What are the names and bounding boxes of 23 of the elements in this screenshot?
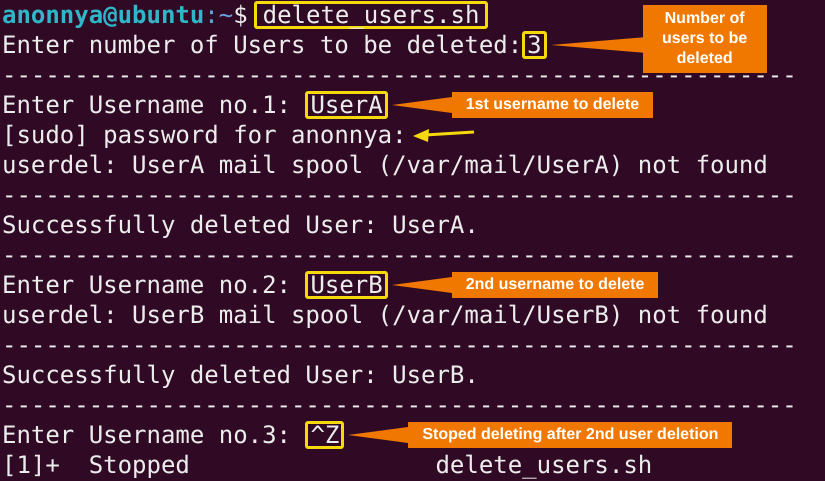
output-text: Successfully deleted User: UserA. [2, 210, 479, 240]
output-text: Enter Username no.3: [2, 420, 292, 450]
separator-line: ------------------------------------------------------- [2, 180, 797, 210]
output-text: Enter number of Users to be deleted: [2, 30, 522, 60]
output-text: Enter Username no.1: [2, 90, 292, 120]
callout-pointer [392, 275, 452, 295]
annotation-callout: Number of users to be deleted [642, 5, 767, 73]
separator-line: ------------------------------------------------------- [2, 240, 797, 270]
callout-pointer [392, 95, 452, 115]
prompt-sign: $ [233, 0, 248, 30]
prompt-user-host: anonnya@ubuntu [2, 0, 204, 30]
separator-line: ------------------------------------------------------- [2, 390, 797, 420]
output-text: [sudo] password for anonnya: [2, 120, 407, 150]
output-text: Enter Username no.2: [2, 270, 292, 300]
output-text: userdel: UserB mail spool (/var/mail/UserB) not found [2, 300, 768, 330]
arrow-icon [412, 127, 475, 143]
separator-line: ------------------------------------------------------- [2, 330, 797, 360]
output-text: Successfully deleted User: UserB. [2, 360, 479, 390]
callout-pointer [348, 425, 408, 445]
output-text: [1]+ Stopped delete_users.sh [2, 450, 652, 480]
output-text: userdel: UserA mail spool (/var/mail/UserA) not found [2, 150, 768, 180]
prompt-path: :~ [204, 0, 234, 30]
command-text: delete_users.sh [254, 1, 488, 29]
